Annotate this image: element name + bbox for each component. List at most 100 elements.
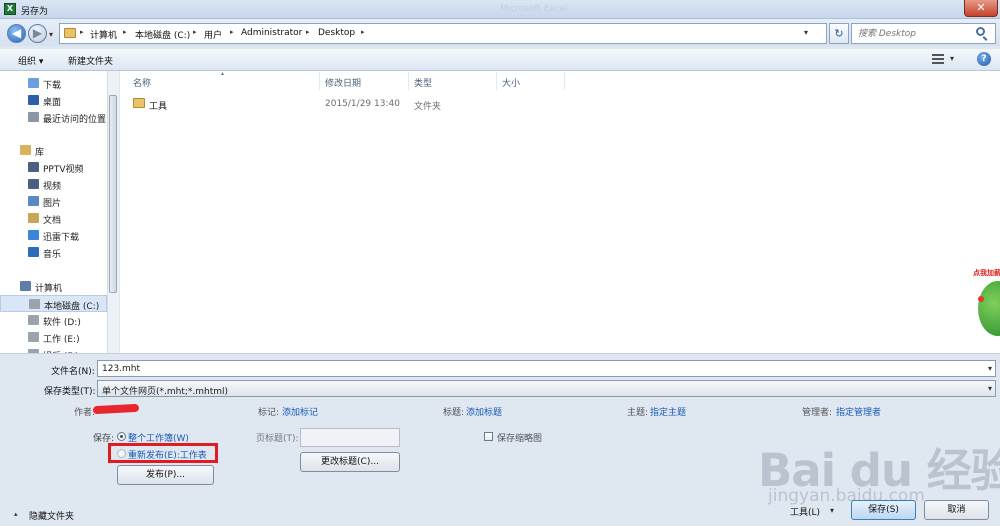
nav-item[interactable]: 娱乐 (F:) [0,346,107,353]
excel-app-icon: X [4,3,16,15]
nav-item-label: 本地磁盘 (C:) [44,302,100,312]
column-header-type[interactable]: 类型 [414,76,432,89]
video-library-icon [28,162,39,172]
nav-item[interactable]: 文档 [0,210,107,227]
folder-icon [64,28,76,38]
filetype-value[interactable]: 单个文件网页(*.mht;*.mhtml) [102,384,228,397]
breadcrumb-local-disk[interactable]: 本地磁盘 (C:) [135,28,190,41]
chevron-down-icon[interactable]: ▾ [988,364,992,373]
cancel-button[interactable]: 取消 [924,500,989,520]
page-title-field[interactable] [300,428,400,447]
chevron-up-icon[interactable]: ▴ [14,510,18,518]
nav-item[interactable]: 软件 (D:) [0,312,107,329]
address-dropdown-icon[interactable]: ▾ [804,28,808,37]
breadcrumb-separator-icon: ▸ [123,28,127,36]
new-folder-button[interactable]: 新建文件夹 [68,54,113,67]
nav-item-label: 音乐 [43,250,62,260]
search-icon[interactable] [976,27,985,36]
computer-icon [20,281,31,291]
set-subject-link[interactable]: 指定主题 [650,405,686,418]
breadcrumb-separator-icon: ▸ [361,28,365,36]
download-folder-icon [28,78,39,88]
nav-item[interactable]: PPTV视频 [0,159,107,176]
refresh-button[interactable]: ↻ [829,23,849,44]
filename-field[interactable]: 123.mht ▾ [97,360,996,377]
drive-icon [28,315,39,325]
add-tags-link[interactable]: 添加标记 [282,405,318,418]
thumbnail-checkbox[interactable] [484,432,493,441]
filename-value[interactable]: 123.mht [102,364,140,374]
nav-item[interactable]: 音乐 [0,244,107,261]
nav-item[interactable]: 计算机 [0,278,107,295]
column-divider[interactable] [564,72,565,90]
breadcrumb-users[interactable]: 用户 [204,28,222,41]
file-list [120,71,1000,353]
search-box[interactable] [851,23,996,44]
column-divider[interactable] [319,72,320,90]
views-dropdown-icon[interactable]: ▾ [950,54,954,63]
close-button[interactable]: ✕ [964,0,998,17]
chevron-down-icon[interactable]: ▾ [988,384,992,393]
column-header-name[interactable]: 名称 [133,76,151,89]
breadcrumb-separator-icon: ▸ [306,28,310,36]
workbook-radio[interactable] [117,432,126,441]
add-title-link[interactable]: 添加标题 [466,405,502,418]
nav-item[interactable]: 本地磁盘 (C:) [0,295,107,312]
tools-menu[interactable]: 工具(L) [790,505,820,518]
manager-label: 管理者: [802,408,833,418]
breadcrumb-separator-icon: ▸ [80,28,84,36]
window-title: 另存为 [21,7,49,17]
nav-item[interactable]: 桌面 [0,92,107,109]
change-title-button[interactable]: 更改标题(C)... [300,452,400,472]
history-dropdown-icon[interactable]: ▾ [49,30,53,39]
save-button[interactable]: 保存(S) [851,500,916,520]
author-label: 作者: [74,408,96,418]
nav-item-label: 下载 [43,81,62,91]
nav-item[interactable]: 下载 [0,75,107,92]
breadcrumb-separator-icon: ▸ [230,28,234,36]
breadcrumb-computer[interactable]: 计算机 [90,28,117,41]
nav-item-label: 图片 [43,199,62,209]
filetype-select[interactable]: 单个文件网页(*.mht;*.mhtml) ▾ [97,380,996,397]
nav-item[interactable]: 最近访问的位置 [0,109,107,126]
sort-ascending-icon: ▴ [221,70,225,77]
video-library-icon [28,179,39,189]
nav-item[interactable]: 工作 (E:) [0,329,107,346]
tags-label: 标记: [258,408,280,418]
file-name[interactable]: 工具 [149,99,167,112]
column-divider[interactable] [408,72,409,90]
nav-item[interactable]: 库 [0,142,107,159]
file-modified: 2015/1/29 13:40 [325,99,400,109]
set-manager-link[interactable]: 指定管理者 [836,405,881,418]
publish-button[interactable]: 发布(P)... [117,465,214,485]
column-header-size[interactable]: 大小 [502,76,520,89]
nav-item-label: 工作 (E:) [43,335,80,345]
breadcrumb-separator-icon: ▸ [193,28,197,36]
nav-item[interactable]: 视频 [0,176,107,193]
breadcrumb-desktop[interactable]: Desktop [318,28,355,38]
nav-item[interactable]: 迅雷下载 [0,227,107,244]
forward-button[interactable]: ▶ [28,24,47,43]
help-button[interactable]: ? [977,52,991,66]
address-bar[interactable]: ▸ 计算机 ▸ 本地磁盘 (C:) ▸ 用户 ▸ Administrator ▸… [59,23,827,44]
page-title-label: 页标题(T): [256,434,299,444]
nav-scrollbar-thumb[interactable] [109,95,117,293]
nav-item-label: 文档 [43,216,62,226]
thumbnail-label[interactable]: 保存缩略图 [497,431,542,444]
folder-icon [133,98,145,108]
ad-text[interactable]: 点我加薪 [973,268,1000,278]
ad-badge-icon [978,296,984,302]
views-icon[interactable] [932,54,944,64]
back-button[interactable]: ◀ [7,24,26,43]
column-divider[interactable] [496,72,497,90]
hide-folders-button[interactable]: 隐藏文件夹 [29,509,74,522]
filename-label: 文件名(N): [51,367,95,377]
breadcrumb-administrator[interactable]: Administrator [241,28,302,38]
nav-item-label: 迅雷下载 [43,233,80,243]
organize-button[interactable]: 组织 ▾ [18,54,43,67]
nav-item-label: 最近访问的位置 [43,115,107,125]
nav-item[interactable]: 图片 [0,193,107,210]
tools-dropdown-icon[interactable]: ▾ [830,506,834,515]
column-header-modified[interactable]: 修改日期 [325,76,361,89]
search-input[interactable] [858,28,973,40]
